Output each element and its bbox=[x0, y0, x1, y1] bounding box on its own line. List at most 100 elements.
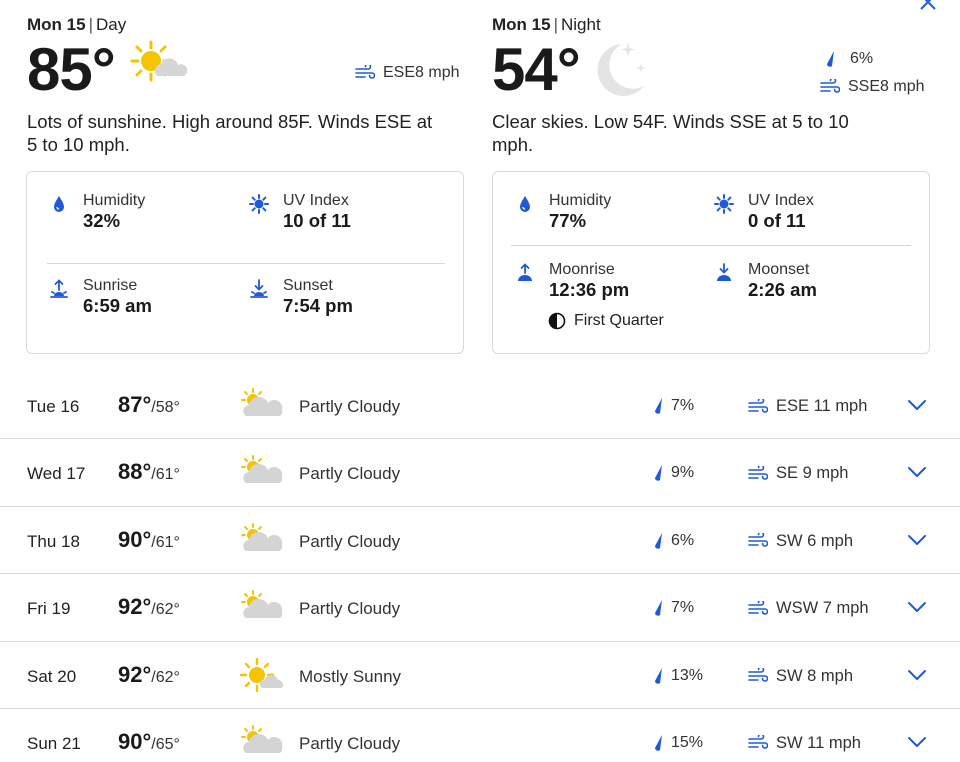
wind-icon bbox=[820, 79, 840, 95]
forecast-temps: 87°/58° bbox=[118, 392, 180, 418]
forecast-precip-value: 6% bbox=[671, 531, 695, 549]
wind-icon bbox=[748, 398, 768, 415]
forecast-wind: ESE 11 mph bbox=[748, 397, 867, 416]
wind-icon bbox=[748, 533, 768, 549]
night-precip-text: 6% bbox=[850, 50, 874, 67]
day-temperature: 85° bbox=[27, 36, 116, 103]
forecast-wind-value: SW 11 mph bbox=[776, 733, 861, 752]
forecast-row[interactable]: Sun 21 90°/65° Partly Cloudy 15% SW 11 m… bbox=[0, 709, 960, 762]
wind-icon bbox=[748, 465, 768, 482]
forecast-condition: Mostly Sunny bbox=[299, 666, 402, 686]
uv-sun-icon bbox=[714, 194, 734, 214]
uv-value: 10 of 11 bbox=[283, 210, 351, 231]
chevron-down-icon[interactable] bbox=[907, 736, 927, 748]
forecast-precip-value: 13% bbox=[671, 666, 704, 684]
uv-sun-icon bbox=[249, 194, 269, 214]
forecast-condition: Partly Cloudy bbox=[299, 531, 401, 551]
sunrise-stat: Sunrise 6:59 am bbox=[49, 276, 152, 317]
raindrop-icon bbox=[652, 734, 664, 752]
close-icon[interactable] bbox=[918, 0, 938, 12]
day-wind: ESE8 mph bbox=[355, 64, 459, 82]
forecast-wind: SW 11 mph bbox=[748, 734, 861, 753]
humidity-stat: Humidity 32% bbox=[49, 191, 145, 232]
forecast-wind-value: WSW 7 mph bbox=[776, 599, 869, 618]
raindrop-icon bbox=[652, 464, 664, 482]
card-divider bbox=[47, 263, 445, 264]
forecast-temps: 90°/65° bbox=[118, 729, 180, 755]
day-description: Lots of sunshine. High around 85F. Winds… bbox=[27, 111, 433, 155]
forecast-row[interactable]: Wed 17 88°/61° Partly Cloudy 9% SE 9 mph bbox=[0, 439, 960, 507]
forecast-temps: 92°/62° bbox=[118, 662, 180, 688]
chevron-down-icon[interactable] bbox=[907, 466, 927, 478]
chevron-down-icon[interactable] bbox=[907, 669, 927, 681]
forecast-low: /61° bbox=[151, 533, 180, 551]
forecast-precip: 15% bbox=[652, 734, 703, 752]
forecast-row[interactable]: Sat 20 92°/62° Mostly Sunny 13% SW 8 mph bbox=[0, 642, 960, 709]
forecast-high: 92° bbox=[118, 661, 152, 687]
forecast-wind-value: SW 8 mph bbox=[776, 666, 854, 685]
raindrop-icon bbox=[824, 50, 836, 68]
clear-night-moon-icon bbox=[592, 38, 654, 102]
day-date: Mon 15 bbox=[27, 15, 86, 34]
forecast-wind-value: SE 9 mph bbox=[776, 464, 849, 483]
forecast-row[interactable]: Fri 19 92°/62° Partly Cloudy 7% WSW 7 mp… bbox=[0, 574, 960, 642]
forecast-precip: 7% bbox=[652, 599, 694, 617]
moon-phase-label: First Quarter bbox=[574, 312, 664, 329]
forecast-precip: 7% bbox=[652, 397, 694, 415]
forecast-condition: Partly Cloudy bbox=[299, 599, 401, 619]
sunset-icon bbox=[249, 279, 269, 299]
forecast-low: /58° bbox=[151, 399, 180, 416]
partly-cloudy-icon bbox=[240, 388, 286, 420]
moonset-icon bbox=[714, 263, 734, 283]
forecast-high: 92° bbox=[118, 594, 152, 620]
night-uv-label: UV Index bbox=[748, 192, 814, 209]
forecast-wind-value: SW 6 mph bbox=[776, 531, 854, 550]
partly-cloudy-icon bbox=[240, 724, 286, 757]
forecast-precip: 9% bbox=[652, 464, 694, 482]
wind-icon bbox=[748, 600, 768, 617]
sunset-label: Sunset bbox=[283, 277, 333, 294]
forecast-row[interactable]: Thu 18 90°/61° Partly Cloudy 6% SW 6 mph bbox=[0, 507, 960, 575]
forecast-day: Sat 20 bbox=[27, 666, 77, 686]
card-divider bbox=[511, 245, 911, 246]
night-wind: SSE8 mph bbox=[820, 78, 924, 96]
wind-icon bbox=[748, 735, 768, 751]
forecast-temps: 90°/61° bbox=[118, 527, 180, 553]
mostly-sunny-icon bbox=[240, 657, 286, 694]
moonset-value: 2:26 am bbox=[748, 279, 817, 300]
night-uv-value: 0 of 11 bbox=[748, 210, 806, 231]
raindrop-icon bbox=[652, 599, 664, 617]
moonset-stat: Moonset 2:26 am bbox=[714, 260, 817, 301]
moonrise-icon bbox=[515, 263, 535, 283]
day-wind-text: ESE8 mph bbox=[383, 64, 460, 81]
night-header: Mon 15 | Night bbox=[492, 15, 601, 34]
night-humidity-stat: Humidity 77% bbox=[515, 191, 611, 232]
forecast-row[interactable]: Tue 16 87°/58° Partly Cloudy 7% ESE 11 m… bbox=[0, 372, 960, 440]
raindrop-icon bbox=[652, 667, 664, 685]
forecast-list: Tue 16 87°/58° Partly Cloudy 7% ESE 11 m… bbox=[0, 372, 960, 762]
night-uv-stat: UV Index 0 of 11 bbox=[714, 191, 814, 232]
forecast-low: /62° bbox=[151, 601, 180, 619]
forecast-temps: 88°/61° bbox=[118, 459, 180, 485]
night-date: Mon 15 bbox=[492, 15, 551, 34]
night-details-card: Humidity 77% UV Index 0 of 11 Moonrise 12:3… bbox=[492, 171, 930, 354]
sunset-value: 7:54 pm bbox=[283, 295, 353, 316]
night-humidity-value: 77% bbox=[549, 210, 587, 231]
partly-cloudy-icon bbox=[240, 590, 286, 622]
forecast-wind: SW 6 mph bbox=[748, 532, 853, 551]
night-period: Night bbox=[560, 15, 601, 34]
forecast-precip-value: 9% bbox=[671, 464, 695, 482]
forecast-wind: SW 8 mph bbox=[748, 667, 853, 686]
sunrise-label: Sunrise bbox=[83, 277, 138, 294]
moonset-label: Moonset bbox=[748, 261, 810, 278]
moonrise-label: Moonrise bbox=[549, 261, 615, 278]
moonrise-value: 12:36 pm bbox=[549, 279, 630, 300]
forecast-temps: 92°/62° bbox=[118, 594, 180, 620]
uv-stat: UV Index 10 of 11 bbox=[249, 191, 351, 232]
chevron-down-icon[interactable] bbox=[907, 399, 927, 411]
forecast-precip: 6% bbox=[652, 532, 694, 550]
day-header: Mon 15 | Day bbox=[27, 15, 127, 34]
chevron-down-icon[interactable] bbox=[907, 601, 927, 613]
moon-phase: First Quarter bbox=[548, 312, 664, 330]
chevron-down-icon[interactable] bbox=[907, 534, 927, 546]
